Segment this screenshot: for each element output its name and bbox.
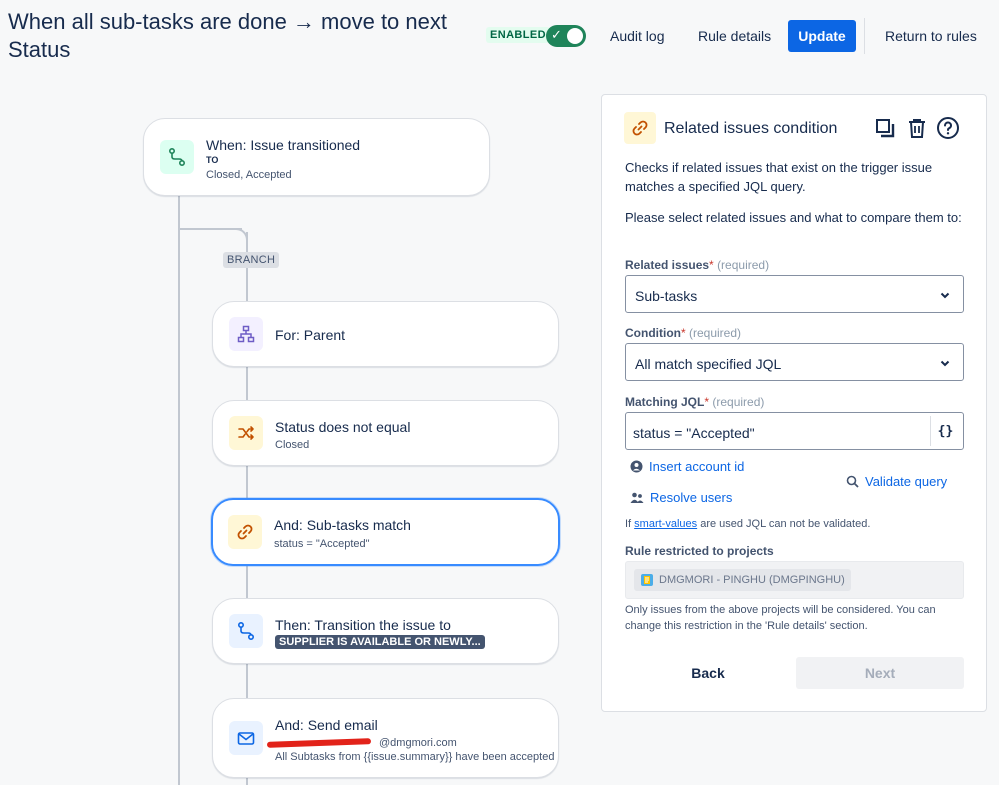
action-transition-card[interactable]: Then: Transition the issue to SUPPLIER I… bbox=[212, 598, 559, 664]
step-title: For: Parent bbox=[275, 327, 346, 343]
help-icon[interactable] bbox=[935, 115, 961, 141]
user-circle-icon bbox=[630, 460, 643, 473]
project-icon bbox=[641, 574, 653, 586]
trigger-title: When: Issue transitioned bbox=[206, 137, 361, 153]
redaction-mark bbox=[266, 738, 372, 748]
restricted-label: Rule restricted to projects bbox=[625, 544, 774, 558]
validate-query-link[interactable]: Validate query bbox=[846, 474, 947, 489]
step-title: Status does not equal bbox=[275, 419, 411, 435]
email-recipient: @dmgmori.com bbox=[266, 737, 457, 749]
header-divider bbox=[864, 18, 865, 54]
panel-title: Related issues condition bbox=[664, 120, 838, 137]
transition-icon bbox=[160, 140, 194, 174]
related-issues-value: Sub-tasks bbox=[635, 288, 698, 304]
action-send-email-card[interactable]: And: Send email @dmgmori.com All Subtask… bbox=[212, 698, 559, 778]
condition-status-card[interactable]: Status does not equal Closed bbox=[212, 400, 559, 466]
smart-values-button[interactable]: {} bbox=[930, 416, 960, 446]
toggle-knob bbox=[567, 28, 583, 44]
condition-label: Condition* (required) bbox=[625, 326, 742, 340]
branch-curve bbox=[226, 228, 248, 250]
search-icon bbox=[846, 475, 859, 488]
trigger-card[interactable]: When: Issue transitioned TO Closed, Acce… bbox=[143, 118, 490, 196]
shuffle-icon bbox=[229, 416, 263, 450]
hierarchy-icon bbox=[229, 317, 263, 351]
trigger-to-label: TO bbox=[206, 155, 219, 165]
return-to-rules-button[interactable]: Return to rules bbox=[885, 28, 977, 44]
step-title: And: Sub-tasks match bbox=[274, 517, 411, 533]
chevron-down-icon bbox=[939, 356, 951, 374]
jql-value: status = "Accepted" bbox=[633, 425, 755, 441]
rule-component-panel: Related issues condition Checks if relat… bbox=[601, 94, 987, 712]
enabled-toggle[interactable]: ✓ bbox=[546, 25, 586, 47]
related-issues-label: Related issues* (required) bbox=[625, 258, 770, 272]
step-subtitle: status = "Accepted" bbox=[274, 538, 370, 550]
condition-value: All match specified JQL bbox=[635, 356, 782, 372]
restricted-projects-field: DMGMORI - PINGHU (DMGPINGHU) bbox=[625, 561, 964, 599]
condition-select[interactable]: All match specified JQL bbox=[625, 343, 964, 381]
matching-jql-label: Matching JQL* (required) bbox=[625, 395, 765, 409]
enabled-badge: ENABLED bbox=[486, 27, 550, 43]
transition-icon bbox=[229, 614, 263, 648]
trigger-statuses: Closed, Accepted bbox=[206, 169, 292, 181]
next-button[interactable]: Next bbox=[796, 657, 964, 689]
branch-tag: BRANCH bbox=[223, 252, 280, 268]
flow-connector bbox=[178, 196, 180, 785]
step-title: Then: Transition the issue to bbox=[275, 617, 451, 633]
chevron-down-icon bbox=[939, 288, 951, 306]
duplicate-icon[interactable] bbox=[872, 115, 898, 141]
people-icon bbox=[630, 492, 644, 503]
step-title: And: Send email bbox=[275, 717, 378, 733]
related-issues-select[interactable]: Sub-tasks bbox=[625, 275, 964, 313]
link-icon bbox=[228, 515, 262, 549]
email-body: All Subtasks from {{issue.summary}} have… bbox=[275, 751, 555, 763]
update-button[interactable]: Update bbox=[788, 20, 856, 52]
matching-jql-input[interactable]: status = "Accepted" {} bbox=[625, 412, 964, 450]
smart-values-link[interactable]: smart-values bbox=[634, 518, 697, 530]
status-lozenge: SUPPLIER IS AVAILABLE OR NEWLY... bbox=[275, 635, 485, 649]
condition-subtasks-card[interactable]: And: Sub-tasks match status = "Accepted" bbox=[211, 498, 560, 566]
panel-description: Checks if related issues that exist on t… bbox=[625, 160, 933, 194]
branch-for-parent-card[interactable]: For: Parent bbox=[212, 301, 559, 367]
audit-log-button[interactable]: Audit log bbox=[610, 28, 664, 44]
back-button[interactable]: Back bbox=[625, 657, 791, 689]
smart-values-note: If smart-values are used JQL can not be … bbox=[625, 518, 871, 530]
resolve-users-link[interactable]: Resolve users bbox=[630, 490, 732, 505]
mail-icon bbox=[229, 721, 263, 755]
trash-icon[interactable] bbox=[904, 115, 930, 141]
restriction-note: Only issues from the above projects will… bbox=[625, 604, 936, 632]
insert-account-id-link[interactable]: Insert account id bbox=[630, 459, 744, 474]
panel-instruction: Please select related issues and what to… bbox=[625, 210, 962, 225]
step-subtitle: Closed bbox=[275, 439, 310, 451]
check-icon: ✓ bbox=[551, 27, 562, 42]
project-chip: DMGMORI - PINGHU (DMGPINGHU) bbox=[634, 569, 851, 591]
rule-details-button[interactable]: Rule details bbox=[698, 28, 771, 44]
link-icon bbox=[624, 112, 656, 144]
page-title: When all sub-tasks are done → move to ne… bbox=[8, 9, 447, 62]
